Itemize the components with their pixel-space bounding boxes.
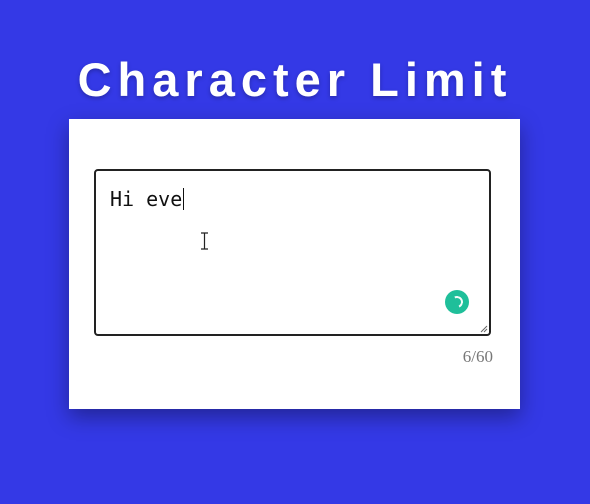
character-limit-card: Hi eve 6/60 bbox=[69, 119, 520, 409]
resize-handle-icon[interactable] bbox=[478, 323, 488, 333]
i-beam-cursor-icon bbox=[201, 232, 208, 250]
text-caret bbox=[183, 188, 185, 210]
textarea-content: Hi eve bbox=[110, 187, 185, 211]
loading-spinner-icon bbox=[445, 290, 469, 314]
page-title: Character Limit bbox=[77, 53, 513, 106]
character-counter: 6/60 bbox=[462, 347, 493, 366]
spinner-ring bbox=[449, 294, 465, 310]
message-textarea[interactable]: Hi eve bbox=[94, 169, 491, 336]
textarea-value: Hi eve bbox=[110, 187, 183, 211]
